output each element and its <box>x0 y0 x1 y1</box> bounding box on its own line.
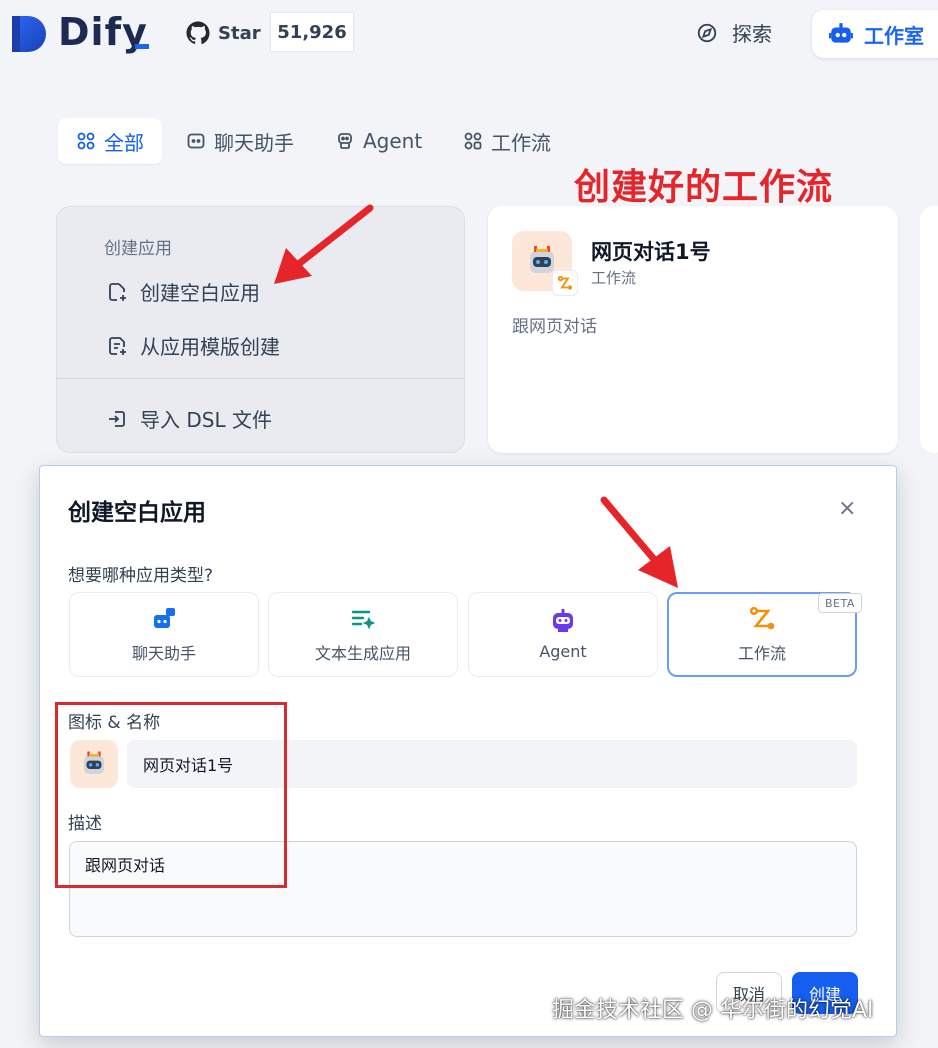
tab-all-label: 全部 <box>104 130 144 155</box>
github-star-button[interactable]: Star <box>186 14 261 52</box>
workflow-icon <box>557 275 573 290</box>
create-from-template-label: 从应用模版创建 <box>140 335 280 359</box>
robot-icon <box>338 133 352 149</box>
app-description: 跟网页对话 <box>512 317 597 337</box>
workflow-badge <box>552 270 578 296</box>
github-star-label: Star <box>218 22 261 44</box>
modal-title: 创建空白应用 <box>68 500 206 526</box>
logo-underscore <box>135 44 149 49</box>
app-card-partial[interactable] <box>920 206 938 453</box>
create-app-heading: 创建应用 <box>104 239 172 259</box>
workflow-icon <box>749 606 775 629</box>
tab-agent[interactable]: Agent <box>317 118 440 164</box>
create-from-template-button[interactable]: 从应用模版创建 <box>106 331 280 360</box>
nav-studio[interactable]: 工作室 <box>812 10 938 58</box>
type-option-agent[interactable]: Agent <box>468 592 658 677</box>
import-icon <box>109 410 125 427</box>
text-gen-icon <box>351 610 376 629</box>
type-option-text-gen[interactable]: 文本生成应用 <box>268 592 458 677</box>
workflow-icon <box>464 132 482 150</box>
file-plus-icon <box>109 282 126 301</box>
app-type: 工作流 <box>591 269 637 287</box>
nav-studio-label: 工作室 <box>864 23 924 48</box>
app-type-question: 想要哪种应用类型? <box>68 566 214 586</box>
chat-icon <box>187 133 205 149</box>
import-dsl-button[interactable]: 导入 DSL 文件 <box>106 404 272 433</box>
create-blank-app-button[interactable]: 创建空白应用 <box>106 277 260 306</box>
import-dsl-label: 导入 DSL 文件 <box>140 408 272 432</box>
nav-explore[interactable]: 探索 <box>696 18 772 47</box>
tab-agent-label: Agent <box>363 129 423 153</box>
divider <box>57 378 464 379</box>
type-option-workflow-label: 工作流 <box>737 643 786 663</box>
github-star-count[interactable]: 51,926 <box>270 12 354 52</box>
watermark: 掘金技术社区 @ 华尔街的幻觉AI <box>552 998 874 1023</box>
compass-icon <box>697 23 717 42</box>
agent-icon <box>553 609 573 632</box>
type-option-agent-label: Agent <box>539 642 587 661</box>
grid-icon <box>77 132 95 150</box>
file-template-icon <box>109 336 126 355</box>
tab-chat-label: 聊天助手 <box>214 130 294 155</box>
nav-explore-label: 探索 <box>732 22 772 46</box>
app-name: 网页对话1号 <box>591 240 711 264</box>
beta-badge: BETA <box>818 593 862 613</box>
type-option-chat-label: 聊天助手 <box>131 643 196 663</box>
dify-logo-icon[interactable] <box>10 14 50 54</box>
type-option-chat[interactable]: 聊天助手 <box>69 592 259 677</box>
tab-workflow[interactable]: 工作流 <box>445 118 569 164</box>
chat-bot-icon <box>154 607 175 628</box>
annotation-title: 创建好的工作流 <box>574 167 834 208</box>
tab-chat[interactable]: 聊天助手 <box>168 118 312 164</box>
close-icon[interactable]: × <box>838 496 856 521</box>
tab-workflow-label: 工作流 <box>491 130 551 155</box>
github-icon <box>186 21 210 45</box>
create-blank-app-label: 创建空白应用 <box>140 281 260 305</box>
annotation-highlight-box <box>55 702 287 888</box>
type-option-text-gen-label: 文本生成应用 <box>314 643 411 663</box>
robot-icon <box>829 23 853 43</box>
tab-all[interactable]: 全部 <box>58 118 162 164</box>
